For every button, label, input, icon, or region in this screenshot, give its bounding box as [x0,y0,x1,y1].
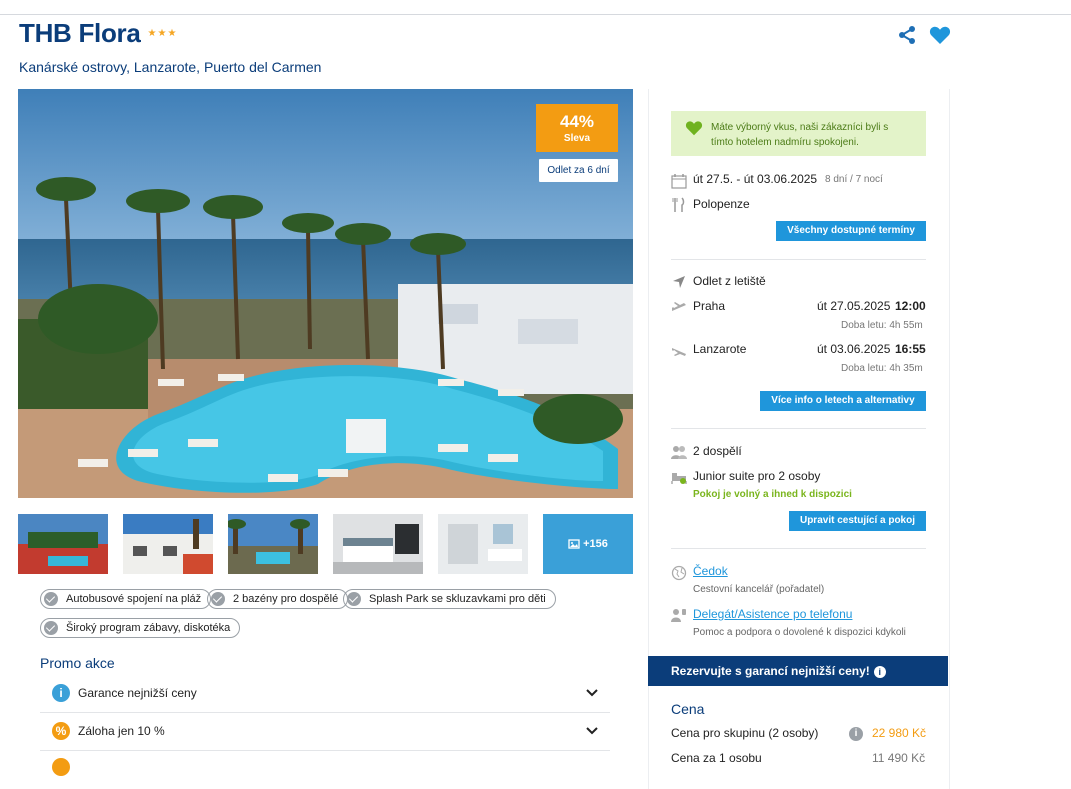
check-icon [347,592,361,606]
feature-tag-label: Splash Park se skluzavkami pro děti [369,593,546,605]
travellers-count: 2 dospělí [693,444,742,458]
discount-percent: 44% [559,112,595,131]
share-icon[interactable] [897,25,917,45]
globe-icon [671,565,687,581]
assistant-icon [671,609,686,622]
top-divider [0,14,1071,15]
thumbnail-2[interactable] [123,514,213,574]
promo-title: Promo akce [40,655,115,671]
more-photos-button[interactable]: +156 [543,514,633,574]
thumbnail-5[interactable] [438,514,528,574]
info-icon[interactable]: i [849,727,863,741]
hotel-stars: ★★★ [147,28,178,39]
people-icon [671,446,687,459]
gallery-icon [568,539,580,549]
feature-tag: Splash Park se skluzavkami pro děti [343,589,556,609]
photo-thumbnails: +156 [18,514,633,574]
feature-tag: 2 bazény pro dospělé [207,589,349,609]
check-icon [211,592,225,606]
price-title: Cena [671,701,705,717]
plane-takeoff-icon [672,302,686,311]
feature-tag: Široký program zábavy, diskotéka [40,618,241,638]
agency-link[interactable]: Čedok [693,564,728,578]
all-dates-button[interactable]: Všechny dostupné termíny [776,221,926,241]
inbound-time: 16:55 [895,342,926,356]
feature-tag-label: Široký program zábavy, diskotéka [66,622,231,634]
chevron-down-icon [586,689,598,697]
promo-item-icon [52,758,70,776]
trip-length: 8 dní / 7 nocí [825,174,883,185]
hotel-name: THB Flora [19,18,141,48]
outbound-time: 12:00 [895,299,926,313]
hotel-location: Kanárské ostrovy, Lanzarote, Puerto del … [19,59,322,75]
thumbnail-3[interactable] [228,514,318,574]
favorite-heart-icon[interactable] [929,25,951,45]
outbound-city: Praha [693,299,726,313]
customer-satisfaction-note: Máte výborný vkus, naši zákazníci byli s… [671,111,926,156]
per-person-price-label: Cena za 1 osobu [671,751,762,765]
trip-dates: út 27.5. - út 03.06.2025 [693,172,818,186]
calendar-icon [671,174,687,189]
check-icon [44,592,58,606]
edit-travellers-button[interactable]: Upravit cestující a pokoj [789,511,926,531]
divider [671,428,926,429]
discount-badge: 44% Sleva [536,104,618,152]
check-icon [44,621,58,635]
board-type: Polopenze [693,197,750,211]
departure-airport-label: Odlet z letiště [693,274,766,288]
price-guarantee-banner[interactable]: Rezervujte s garancí nejnižší ceny! i [648,656,948,686]
promo-item-guarantee[interactable]: i Garance nejnižší ceny [40,674,610,713]
divider [671,548,926,549]
outbound-date: út 27.05.2025 [817,299,891,313]
inbound-city: Lanzarote [693,342,747,356]
outbound-duration: Doba letu: 4h 55m [841,320,923,331]
thumbnail-1[interactable] [18,514,108,574]
room-type: Junior suite pro 2 osoby [693,469,821,483]
inbound-duration: Doba letu: 4h 35m [841,363,923,374]
satisfaction-text: Máte výborný vkus, naši zákazníci byli s… [711,122,889,148]
feature-tag-label: Autobusové spojení na pláž [66,593,202,605]
group-price: 22 980 Kč [872,726,927,740]
bed-icon [671,473,687,484]
per-person-price: 11 490 Kč [872,751,926,765]
plane-landing-icon [672,348,686,356]
flight-info-button[interactable]: Více info o letech a alternativy [760,391,926,411]
info-icon: i [52,684,70,702]
departure-badge: Odlet za 6 dní [539,159,618,182]
group-price-label: Cena pro skupinu (2 osoby) [671,726,819,740]
room-availability: Pokoj je volný a ihned k dispozici [693,489,852,500]
hotel-title-row: THB Flora ★★★ [19,18,177,49]
more-photos-count: +156 [583,538,608,550]
thumbnail-4[interactable] [333,514,423,574]
percent-icon: % [52,722,70,740]
discount-label: Sleva [563,133,591,144]
price-guarantee-text: Rezervujte s garancí nejnižší ceny! [671,664,870,678]
chevron-down-icon [586,727,598,735]
agency-description: Cestovní kancelář (pořadatel) [693,584,825,595]
inbound-date: út 03.06.2025 [817,342,891,356]
promo-item-label: Záloha jen 10 % [78,724,165,738]
delegate-phone-link[interactable]: Delegát/Asistence po telefonu [693,607,852,621]
delegate-description: Pomoc a podpora o dovolené k dispozici k… [693,627,906,638]
navigation-arrow-icon [673,276,685,288]
promo-item-label: Garance nejnižší ceny [78,686,197,700]
feature-tag-label: 2 bazény pro dospělé [233,593,339,605]
feature-tag: Autobusové spojení na pláž [40,589,212,609]
cutlery-icon [672,197,685,212]
promo-item-deposit[interactable]: % Záloha jen 10 % [40,712,610,751]
info-icon: i [873,665,886,678]
divider [671,259,926,260]
heart-icon [685,121,703,136]
